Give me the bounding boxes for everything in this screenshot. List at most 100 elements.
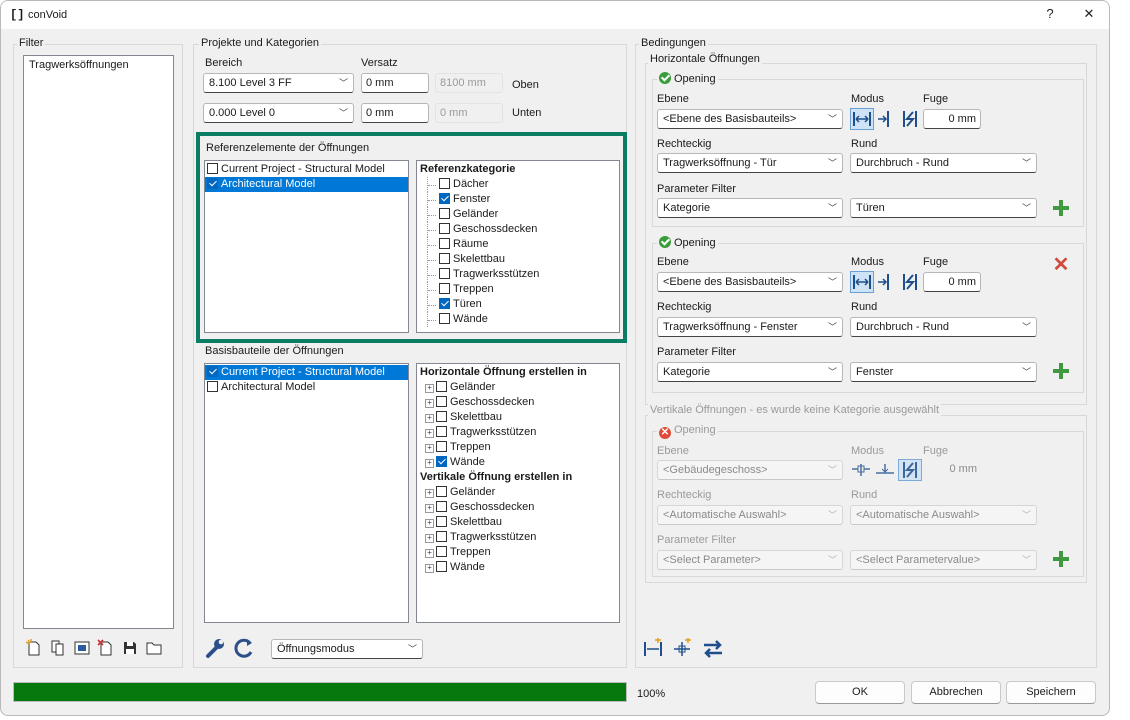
help-button[interactable]: ? bbox=[1040, 7, 1060, 21]
add-filter-button[interactable] bbox=[1051, 198, 1071, 218]
opening-1-ebene-select[interactable]: <Ebene des Basisbauteils> ﹀ bbox=[657, 109, 843, 129]
expand-icon[interactable]: + bbox=[425, 399, 434, 408]
expand-icon[interactable]: + bbox=[425, 384, 434, 393]
refresh-icon[interactable] bbox=[233, 637, 255, 659]
filter-list[interactable]: Tragwerksöffnungen bbox=[23, 55, 174, 629]
rund-label: Rund bbox=[851, 138, 878, 150]
base-categories-tree[interactable]: Horizontale Öffnung erstellen in + Geländ… bbox=[416, 363, 620, 623]
filter-list-item[interactable]: Tragwerksöffnungen bbox=[24, 58, 173, 73]
checkbox[interactable] bbox=[436, 561, 447, 572]
tree-item[interactable]: + Tragwerksstützen bbox=[417, 530, 619, 545]
mode-center-icon[interactable] bbox=[850, 108, 874, 130]
vertical-value-select[interactable]: <Select Parametervalue> ﹀ bbox=[850, 550, 1037, 570]
expand-icon[interactable]: + bbox=[425, 444, 434, 453]
save-button[interactable]: Speichern bbox=[1006, 681, 1096, 704]
tree-item[interactable]: + Wände bbox=[417, 560, 619, 575]
mode-top-icon[interactable] bbox=[850, 460, 872, 480]
copy-filter-icon[interactable] bbox=[48, 638, 68, 658]
swap-icon[interactable] bbox=[701, 638, 725, 660]
expand-icon[interactable]: + bbox=[425, 564, 434, 573]
opening-mode-select[interactable]: Öffnungsmodus ﹀ bbox=[271, 639, 423, 659]
list-item[interactable]: Current Project - Structural Model bbox=[205, 365, 408, 380]
opening-1-param-select[interactable]: Kategorie ﹀ bbox=[657, 198, 843, 218]
checkbox[interactable] bbox=[207, 366, 218, 377]
add-vertical-opening-icon[interactable] bbox=[671, 638, 693, 660]
wrench-icon[interactable] bbox=[204, 637, 226, 659]
open-folder-icon[interactable] bbox=[144, 638, 164, 658]
mode-cut-icon[interactable] bbox=[898, 459, 922, 481]
tree-item[interactable]: + Wände bbox=[417, 455, 619, 470]
checkbox[interactable] bbox=[436, 486, 447, 497]
top-offset-input[interactable]: 0 mm bbox=[361, 73, 429, 93]
save-icon[interactable] bbox=[120, 638, 140, 658]
checkbox[interactable] bbox=[436, 381, 447, 392]
vertical-opening-title: ✕ Opening bbox=[657, 424, 718, 439]
opening-2-ebene-select[interactable]: <Ebene des Basisbauteils> ﹀ bbox=[657, 272, 843, 292]
opening-2-rechteckig-select[interactable]: Tragwerksöffnung - Fenster ﹀ bbox=[657, 317, 843, 337]
opening-1-rechteckig-select[interactable]: Tragwerksöffnung - Tür ﹀ bbox=[657, 153, 843, 173]
checkbox[interactable] bbox=[436, 396, 447, 407]
checkbox[interactable] bbox=[207, 381, 218, 392]
expand-icon[interactable]: + bbox=[425, 534, 434, 543]
checkbox[interactable] bbox=[436, 456, 447, 467]
new-filter-icon[interactable] bbox=[24, 638, 44, 658]
vertical-fuge-input[interactable]: 0 mm bbox=[923, 460, 981, 480]
expand-icon[interactable]: + bbox=[425, 429, 434, 438]
list-item[interactable]: Architectural Model bbox=[205, 380, 408, 395]
cancel-button[interactable]: Abbrechen bbox=[911, 681, 1001, 704]
base-models-list[interactable]: Current Project - Structural Model Archi… bbox=[204, 363, 409, 623]
expand-icon[interactable]: + bbox=[425, 414, 434, 423]
opening-2-param-select[interactable]: Kategorie ﹀ bbox=[657, 362, 843, 382]
tree-item[interactable]: + Skelettbau bbox=[417, 410, 619, 425]
opening-1-value-select[interactable]: Türen ﹀ bbox=[850, 198, 1037, 218]
checkbox[interactable] bbox=[436, 441, 447, 452]
mode-bottom-icon[interactable] bbox=[874, 460, 896, 480]
opening-2-rund-select[interactable]: Durchbruch - Rund ﹀ bbox=[850, 317, 1037, 337]
expand-icon[interactable]: + bbox=[425, 459, 434, 468]
expand-icon[interactable]: + bbox=[425, 489, 434, 498]
bottom-level-select[interactable]: 0.000 Level 0 ﹀ bbox=[203, 103, 354, 123]
expand-icon[interactable]: + bbox=[425, 519, 434, 528]
opening-2-fuge-input[interactable]: 0 mm bbox=[923, 272, 981, 292]
expand-icon[interactable]: + bbox=[425, 549, 434, 558]
opening-1-rund-select[interactable]: Durchbruch - Rund ﹀ bbox=[850, 153, 1037, 173]
add-filter-button[interactable] bbox=[1051, 361, 1071, 381]
select-value: Durchbruch - Rund bbox=[856, 321, 949, 333]
tree-item[interactable]: + Geschossdecken bbox=[417, 395, 619, 410]
tree-item[interactable]: + Tragwerksstützen bbox=[417, 425, 619, 440]
top-level-select[interactable]: 8.100 Level 3 FF ﹀ bbox=[203, 73, 354, 93]
expand-icon[interactable]: + bbox=[425, 504, 434, 513]
checkbox[interactable] bbox=[436, 516, 447, 527]
checkbox[interactable] bbox=[436, 531, 447, 542]
close-button[interactable]: ✕ bbox=[1079, 7, 1099, 21]
remove-opening-button[interactable]: ✕ bbox=[1051, 255, 1071, 275]
ok-button[interactable]: OK bbox=[815, 681, 905, 704]
checkbox[interactable] bbox=[436, 426, 447, 437]
tree-item[interactable]: + Treppen bbox=[417, 440, 619, 455]
tree-item[interactable]: + Geländer bbox=[417, 380, 619, 395]
checkbox[interactable] bbox=[436, 546, 447, 557]
tree-item[interactable]: + Geländer bbox=[417, 485, 619, 500]
mode-cut-icon[interactable] bbox=[900, 108, 920, 130]
mode-side-icon[interactable] bbox=[877, 272, 891, 292]
vertical-ebene-select[interactable]: <Gebäudegeschoss> ﹀ bbox=[657, 460, 843, 480]
mode-side-icon[interactable] bbox=[877, 109, 891, 129]
rename-filter-icon[interactable] bbox=[72, 638, 92, 658]
delete-filter-icon[interactable] bbox=[96, 638, 116, 658]
vertical-rund-select[interactable]: <Automatische Auswahl> ﹀ bbox=[850, 505, 1037, 525]
checkbox[interactable] bbox=[436, 501, 447, 512]
tree-item[interactable]: + Skelettbau bbox=[417, 515, 619, 530]
vertical-rechteckig-select[interactable]: <Automatische Auswahl> ﹀ bbox=[657, 505, 843, 525]
mode-center-icon[interactable] bbox=[850, 271, 874, 293]
mode-cut-icon[interactable] bbox=[900, 271, 920, 293]
add-filter-button[interactable] bbox=[1051, 549, 1071, 569]
checkbox[interactable] bbox=[436, 411, 447, 422]
tree-item[interactable]: + Treppen bbox=[417, 545, 619, 560]
tree-item[interactable]: + Geschossdecken bbox=[417, 500, 619, 515]
select-value: Fenster bbox=[856, 366, 894, 378]
bottom-offset-input[interactable]: 0 mm bbox=[361, 103, 429, 123]
add-horizontal-opening-icon[interactable] bbox=[642, 638, 664, 660]
opening-2-value-select[interactable]: Fenster ﹀ bbox=[850, 362, 1037, 382]
vertical-param-select[interactable]: <Select Parameter> ﹀ bbox=[657, 550, 843, 570]
opening-1-fuge-input[interactable]: 0 mm bbox=[923, 109, 981, 129]
